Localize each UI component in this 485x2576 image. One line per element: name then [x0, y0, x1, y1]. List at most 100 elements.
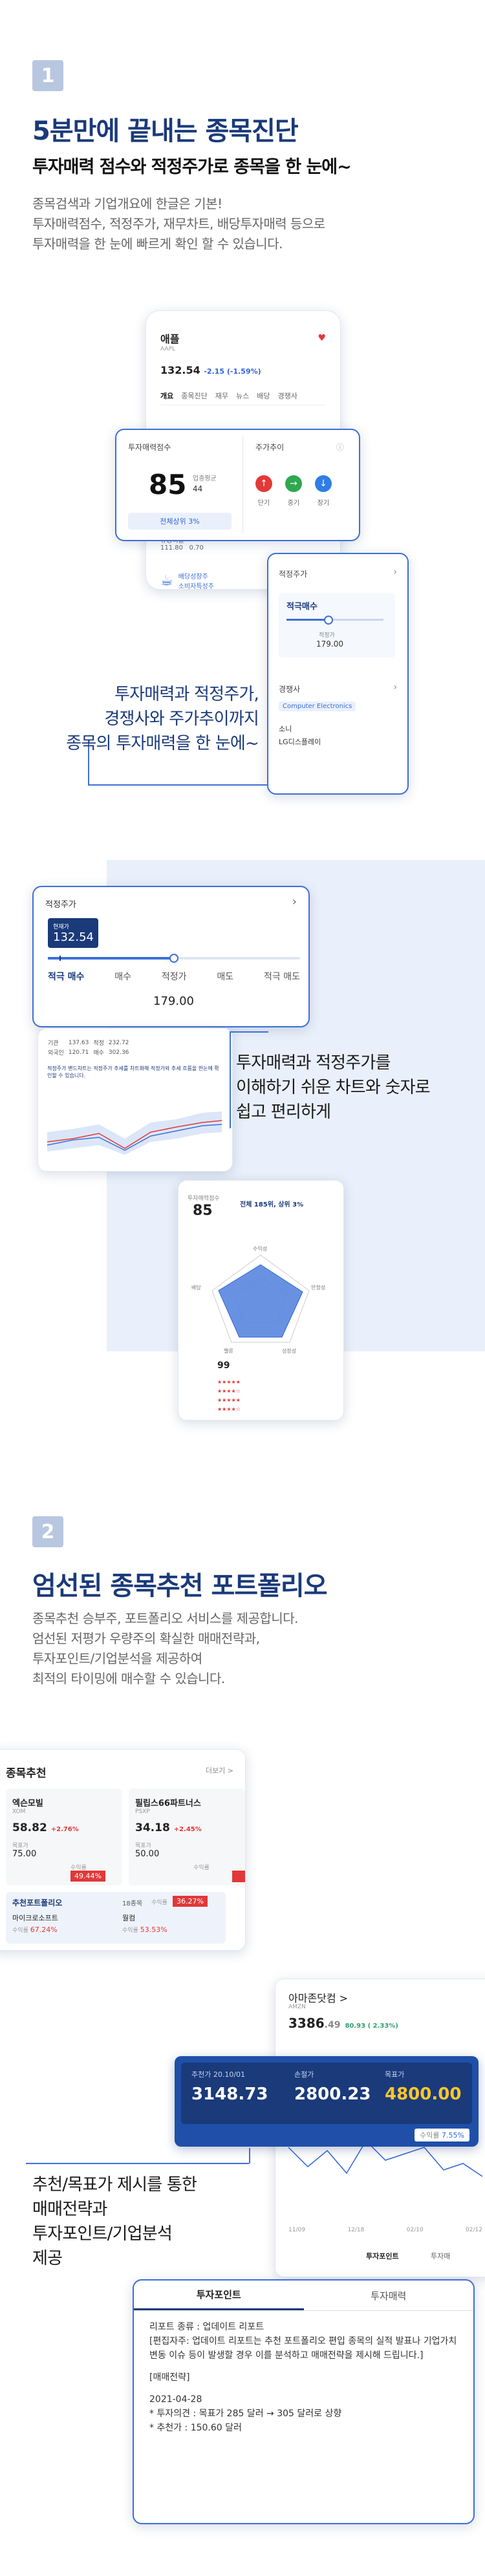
connector-line-3: [26, 2163, 249, 2164]
section-number-badge: 1: [32, 60, 63, 91]
rec-stock-1[interactable]: 엑슨모빌 XOM 58.82 +2.76% 목표가 75.00 수익률 49.4…: [6, 1788, 122, 1885]
amazon-price: 3386: [288, 2015, 325, 2031]
phone-tabs: 개요 종목진단 재무 뉴스 배당 경쟁사: [160, 391, 326, 405]
cup-icon: ☕: [160, 572, 173, 589]
fair-price-value: 179.00: [316, 639, 343, 649]
radar-title: 투자매력점수: [188, 1196, 220, 1202]
tab-overview[interactable]: 개요: [160, 391, 173, 401]
tab-news[interactable]: 뉴스: [236, 391, 249, 401]
strategy-return: 7.55%: [442, 2131, 464, 2140]
score-sub-value: 44: [193, 484, 203, 493]
trend-long: 장기: [317, 500, 330, 507]
portfolio-box[interactable]: 추천포트폴리오 18종목 수익률 36.27% 마이크로소프트 수익률 67.2…: [6, 1892, 226, 1944]
dividend-label: 배당성장주: [178, 574, 208, 581]
report-tab-attr[interactable]: 투자매력: [304, 2281, 474, 2310]
radar-rank: 전체 185위, 상위 3%: [240, 1201, 304, 1208]
fair-chart-title: 적정주가: [45, 900, 76, 910]
fair-price-chart-card: 적정주가 › 현재가 132.54 적극 매수 매수 적정가 매도 적극 매도 …: [32, 886, 310, 1027]
rec-title: 종목추천: [6, 1767, 47, 1780]
fair-price-number: 179.00: [153, 994, 194, 1008]
chevron-right-icon-2[interactable]: ›: [393, 682, 397, 692]
radar-axis-3: 성장성: [282, 1348, 297, 1354]
trend-mid: 중기: [287, 500, 300, 507]
band-chart: [47, 1111, 222, 1155]
section-description-2: 종목추천 승부주, 포트폴리오 서비스를 제공합니다. 엄선된 저평가 우량주의…: [32, 1611, 299, 1686]
stock-code: AAPL: [160, 346, 176, 352]
strategy-date-label: 추천가 20.10/01: [191, 2070, 246, 2079]
radar-card: 투자매력점수 85 전체 185위, 상위 3% 수익성 안정성 성장성 밸류 …: [178, 1180, 344, 1421]
tab-dividend[interactable]: 배당: [257, 391, 270, 401]
band-note: 적정주가 밴드차트는 적정주가 추세를 차트화해 적정가와 추세 흐름을 한눈에…: [47, 1066, 219, 1079]
strategy-return-label: 수익률: [420, 2131, 440, 2140]
current-label: 현재가: [53, 924, 69, 930]
fair-title: 적정주가: [279, 570, 308, 579]
band-chart-card: 기관 137.63 적정 232.72 외국인 120.71 매수 302.36 적정주가 …: [38, 1028, 233, 1172]
recommendation-card: 종목추천 더보기 > 엑슨모빌 XOM 58.82 +2.76% 목표가 75.…: [0, 1749, 246, 1951]
strategy-target: 4800.00: [385, 2085, 462, 2104]
strategy-buy: 3148.73: [191, 2085, 268, 2104]
info-icon[interactable]: ⓘ: [336, 442, 344, 453]
competitor-title: 경쟁사: [279, 685, 301, 694]
section-title: 5분만에 끝내는 종목진단: [32, 116, 299, 146]
tab-diagnosis[interactable]: 종목진단: [181, 391, 207, 401]
strategy-card: 추천가 20.10/01 3148.73 손절가 2800.23 목표가 480…: [175, 2056, 479, 2147]
tab-competitor[interactable]: 경쟁사: [277, 391, 297, 401]
radar-axis-4: 밸류: [224, 1348, 233, 1354]
connector-line: [88, 784, 267, 786]
amazon-name[interactable]: 아마존닷컴 >: [288, 1990, 348, 2005]
connector-line-2h: [230, 1031, 268, 1033]
section-title-2: 엄선된 종목추천 포트폴리오: [32, 1571, 327, 1601]
report-tab-point[interactable]: 투자포인트: [134, 2281, 304, 2310]
section-number-badge-2: 2: [32, 1516, 63, 1547]
fair-price-marker: [169, 954, 178, 963]
connector-line-2: [230, 1031, 231, 1128]
score-value: 85: [149, 469, 187, 500]
fair-slider-knob: [324, 616, 333, 625]
amazon-tab-attr[interactable]: 투자매: [431, 2251, 450, 2261]
competitor-1[interactable]: 소니: [279, 724, 292, 734]
score-title: 투자매력점수: [128, 443, 171, 452]
radar-center-score: 99: [217, 1360, 230, 1371]
competitor-2[interactable]: LG디스플레이: [279, 736, 321, 747]
score-card: 투자매력점수 85 업종평균 44 전체상위 3% 주가추이 ⓘ ↑ 단기 → …: [115, 429, 360, 541]
trend-short: 단기: [257, 500, 270, 507]
report-body: 리포트 종류 : 업데이트 리포트 [편집자주: 업데이트 리포트는 추천 포트…: [149, 2322, 457, 2433]
radar-chart: [211, 1254, 310, 1343]
amazon-xaxis: 11/09 12/18 02/10 02/12: [288, 2227, 482, 2233]
radar-axis-5: 배당: [191, 1285, 201, 1291]
radar-score: 85: [193, 1203, 213, 1219]
strategy-stop: 2800.23: [294, 2085, 371, 2104]
rec-stock-2[interactable]: 필립스66파트너스 PSXP 34.18 +2.45% 목표가 50.00 수익…: [129, 1788, 245, 1885]
radar-axis-1: 수익성: [253, 1246, 268, 1252]
chevron-right-icon[interactable]: ›: [393, 567, 397, 577]
amazon-tab-point[interactable]: 투자포인트: [366, 2251, 399, 2261]
heart-icon[interactable]: ♥: [318, 333, 326, 343]
callout-1: 투자매력과 적정주가, 경쟁사와 주가추이까지 종목의 투자매력을 한 눈에~: [66, 685, 259, 753]
report-card: 투자포인트 투자매력 리포트 종류 : 업데이트 리포트 [편집자주: 업데이트…: [133, 2279, 475, 2524]
fair-scale: 적극 매수 매수 적정가 매도 적극 매도: [48, 972, 300, 982]
amazon-code: AMZN: [288, 2004, 306, 2010]
section-subtitle: 투자매력 점수와 적정주가로 종목을 한 눈에~: [32, 157, 352, 177]
score-sub-label: 업종평균: [193, 475, 217, 482]
callout-3: 추천/목표가 제시를 통한 매매전략과 투자포인트/기업분석 제공: [32, 2175, 197, 2268]
trend-up-icon: ↑: [255, 475, 272, 492]
stock-change: -2.15 (-1.59%): [204, 367, 261, 376]
competitor-tag: Computer Electronics: [283, 703, 352, 710]
fair-price-card: 적정주가 › 적극매수 적정가 179.00 경쟁사 › Computer El…: [267, 553, 409, 795]
mini-table: 기관 137.63 적정 232.72 외국인 120.71 매수 302.36: [48, 1039, 129, 1057]
side-value-2: 0.70: [189, 544, 204, 552]
stock-name: 애플: [160, 333, 180, 345]
dividend-sub: 소비자특성주: [178, 583, 214, 590]
score-rank: 전체상위 3%: [128, 513, 232, 530]
fair-label: 적극매수: [286, 602, 318, 612]
fair-price-label: 적정가: [319, 632, 335, 639]
tab-finance[interactable]: 재무: [215, 391, 228, 401]
side-value-1: 111.80: [160, 544, 183, 552]
radar-axis-2: 안정성: [311, 1285, 326, 1291]
chevron-right-icon-3[interactable]: ›: [292, 895, 297, 908]
trend-down-icon: ↓: [315, 475, 332, 492]
rec-more-link[interactable]: 더보기 >: [206, 1765, 233, 1776]
current-price: 132.54: [53, 930, 94, 944]
amazon-change: 80.93 ( 2.33%): [345, 2023, 398, 2030]
stock-price: 132.54: [160, 364, 200, 376]
